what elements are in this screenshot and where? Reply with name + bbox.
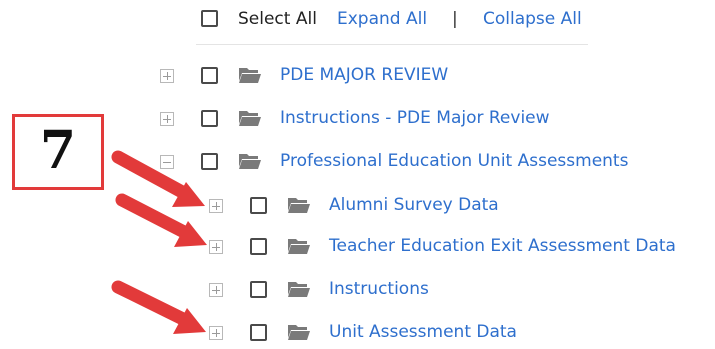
tree-item-label[interactable]: Professional Education Unit Assessments [280, 151, 628, 171]
tree-item-label[interactable]: Instructions - PDE Major Review [280, 108, 550, 128]
folder-icon [288, 198, 310, 213]
tree-item-label[interactable]: Teacher Education Exit Assessment Data [329, 236, 676, 256]
folder-icon [239, 68, 261, 83]
expand-toggle-plus-icon[interactable] [160, 112, 174, 126]
red-arrow-icon [115, 193, 207, 247]
step-number-callout: 7 [12, 114, 104, 190]
row-checkbox[interactable] [250, 197, 267, 214]
step-number: 7 [39, 120, 77, 181]
select-all-checkbox[interactable] [201, 10, 218, 27]
file-tree-screenshot: Select All Expand All | Collapse All PDE… [0, 0, 715, 349]
row-checkbox[interactable] [201, 153, 218, 170]
folder-icon [239, 154, 261, 169]
row-checkbox[interactable] [201, 67, 218, 84]
folder-icon [288, 325, 310, 340]
expand-toggle-plus-icon[interactable] [209, 199, 223, 213]
folder-icon [239, 111, 261, 126]
red-arrow-icon [111, 280, 206, 334]
tree-item-label[interactable]: PDE MAJOR REVIEW [280, 65, 448, 85]
row-checkbox[interactable] [250, 281, 267, 298]
expand-toggle-plus-icon[interactable] [209, 283, 223, 297]
row-checkbox[interactable] [250, 238, 267, 255]
expand-toggle-plus-icon[interactable] [160, 69, 174, 83]
expand-toggle-plus-icon[interactable] [209, 326, 223, 340]
collapse-toggle-minus-icon[interactable] [160, 155, 174, 169]
tree-item-label[interactable]: Unit Assessment Data [329, 322, 517, 342]
folder-icon [288, 282, 310, 297]
toolbar-divider [196, 44, 588, 45]
collapse-all-link[interactable]: Collapse All [483, 9, 582, 29]
row-checkbox[interactable] [250, 324, 267, 341]
row-checkbox[interactable] [201, 110, 218, 127]
expand-toggle-plus-icon[interactable] [209, 240, 223, 254]
tree-item-label[interactable]: Instructions [329, 279, 429, 299]
expand-all-link[interactable]: Expand All [337, 9, 427, 29]
tree-item-label[interactable]: Alumni Survey Data [329, 195, 499, 215]
folder-icon [288, 239, 310, 254]
select-all-label[interactable]: Select All [238, 9, 317, 29]
toolbar-separator: | [452, 9, 458, 29]
